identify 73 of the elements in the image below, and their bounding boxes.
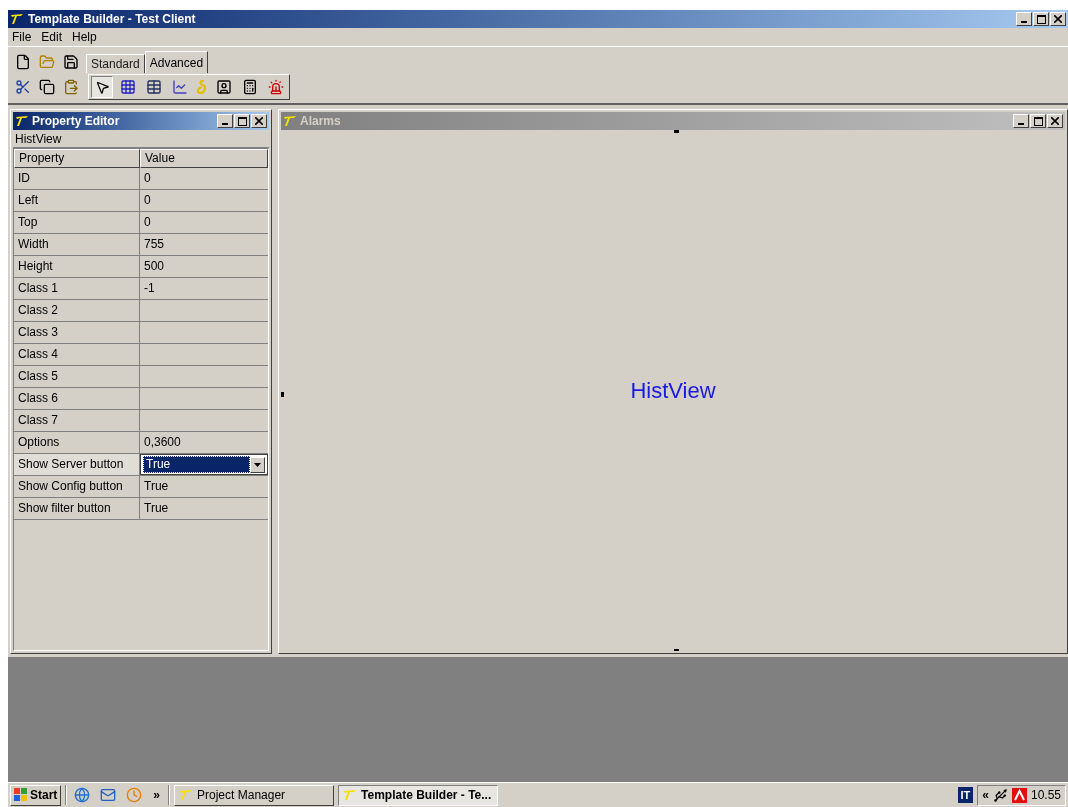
toolbar-tab[interactable]: Standard — [86, 54, 145, 73]
property-name: Show Server button — [14, 454, 140, 475]
flag-logo-icon — [14, 788, 28, 802]
property-name: Class 2 — [14, 300, 140, 321]
delta-icon — [195, 79, 209, 95]
menu-item[interactable]: File — [12, 28, 32, 46]
resize-handle[interactable] — [674, 649, 679, 651]
window-title: Template Builder - Test Client — [28, 11, 196, 28]
taskbar-button[interactable]: Project Manager — [174, 784, 335, 806]
logo-icon — [283, 115, 297, 127]
menu-item[interactable]: Edit — [41, 28, 63, 46]
column-header[interactable]: Property — [14, 149, 140, 168]
close-button[interactable] — [251, 114, 267, 128]
property-name: Class 4 — [14, 344, 140, 365]
resize-handle[interactable] — [674, 130, 679, 133]
property-value[interactable]: 0 — [140, 212, 268, 233]
maximize-button[interactable] — [234, 114, 250, 128]
property-name: Show Config button — [14, 476, 140, 497]
minimize-button[interactable] — [1016, 12, 1032, 26]
close-icon — [1054, 15, 1062, 23]
clock-time: 10.55 — [1030, 787, 1061, 804]
maximize-icon — [1033, 116, 1043, 126]
maximize-icon — [1036, 14, 1046, 24]
property-name: ID — [14, 168, 140, 189]
property-name: Width — [14, 234, 140, 255]
restore-button[interactable] — [1033, 12, 1049, 26]
menu-item[interactable]: Help — [72, 28, 97, 46]
property-value[interactable]: True — [140, 498, 268, 519]
start-button[interactable]: Start — [10, 784, 62, 806]
toolbar-tab[interactable]: Advanced — [144, 51, 209, 73]
close-button[interactable] — [1047, 114, 1063, 128]
property-value[interactable]: 0 — [140, 190, 268, 211]
property-value[interactable]: 0 — [140, 168, 268, 189]
property-value[interactable]: True — [140, 476, 268, 497]
chevron-button[interactable]: » — [149, 786, 165, 804]
close-icon — [255, 117, 263, 125]
value-dropdown[interactable]: True — [140, 454, 268, 475]
property-name: Class 7 — [14, 410, 140, 431]
logo-icon — [179, 789, 194, 801]
panel-title: Property Editor — [32, 113, 120, 130]
property-name: Class 6 — [14, 388, 140, 409]
logo-icon — [343, 789, 358, 801]
property-name: Class 1 — [14, 278, 140, 299]
property-value[interactable]: -1 — [140, 278, 268, 299]
usb-icon[interactable] — [992, 787, 1008, 803]
close-icon — [1051, 117, 1059, 125]
property-name: Left — [14, 190, 140, 211]
property-name: Height — [14, 256, 140, 277]
logo-icon — [10, 13, 24, 25]
property-name: Top — [14, 212, 140, 233]
logo-icon — [15, 115, 29, 127]
taskbar-button[interactable]: Template Builder - Te... — [338, 784, 499, 806]
property-name: Class 5 — [14, 366, 140, 387]
maximize-icon — [237, 116, 247, 126]
property-name: Options — [14, 432, 140, 453]
close-button[interactable] — [1050, 12, 1066, 26]
property-name: Class 3 — [14, 322, 140, 343]
dropdown-value: True — [143, 456, 250, 473]
minimize-button[interactable] — [1013, 114, 1029, 128]
antivirus-icon[interactable] — [1011, 787, 1027, 803]
panel-title: Alarms — [300, 113, 341, 130]
column-header[interactable]: Value — [140, 149, 268, 168]
pointer-tool-icon[interactable] — [91, 76, 113, 98]
histview-label: HistView — [630, 377, 716, 405]
language-indicator[interactable]: IT — [957, 787, 974, 803]
tray-chevron[interactable]: « — [982, 786, 989, 804]
maximize-button[interactable] — [1030, 114, 1046, 128]
minimize-button[interactable] — [217, 114, 233, 128]
property-value[interactable]: 0,3600 — [140, 432, 268, 453]
property-value[interactable]: 500 — [140, 256, 268, 277]
property-name: Show filter button — [14, 498, 140, 519]
property-value[interactable]: 755 — [140, 234, 268, 255]
resize-handle[interactable] — [281, 392, 284, 397]
